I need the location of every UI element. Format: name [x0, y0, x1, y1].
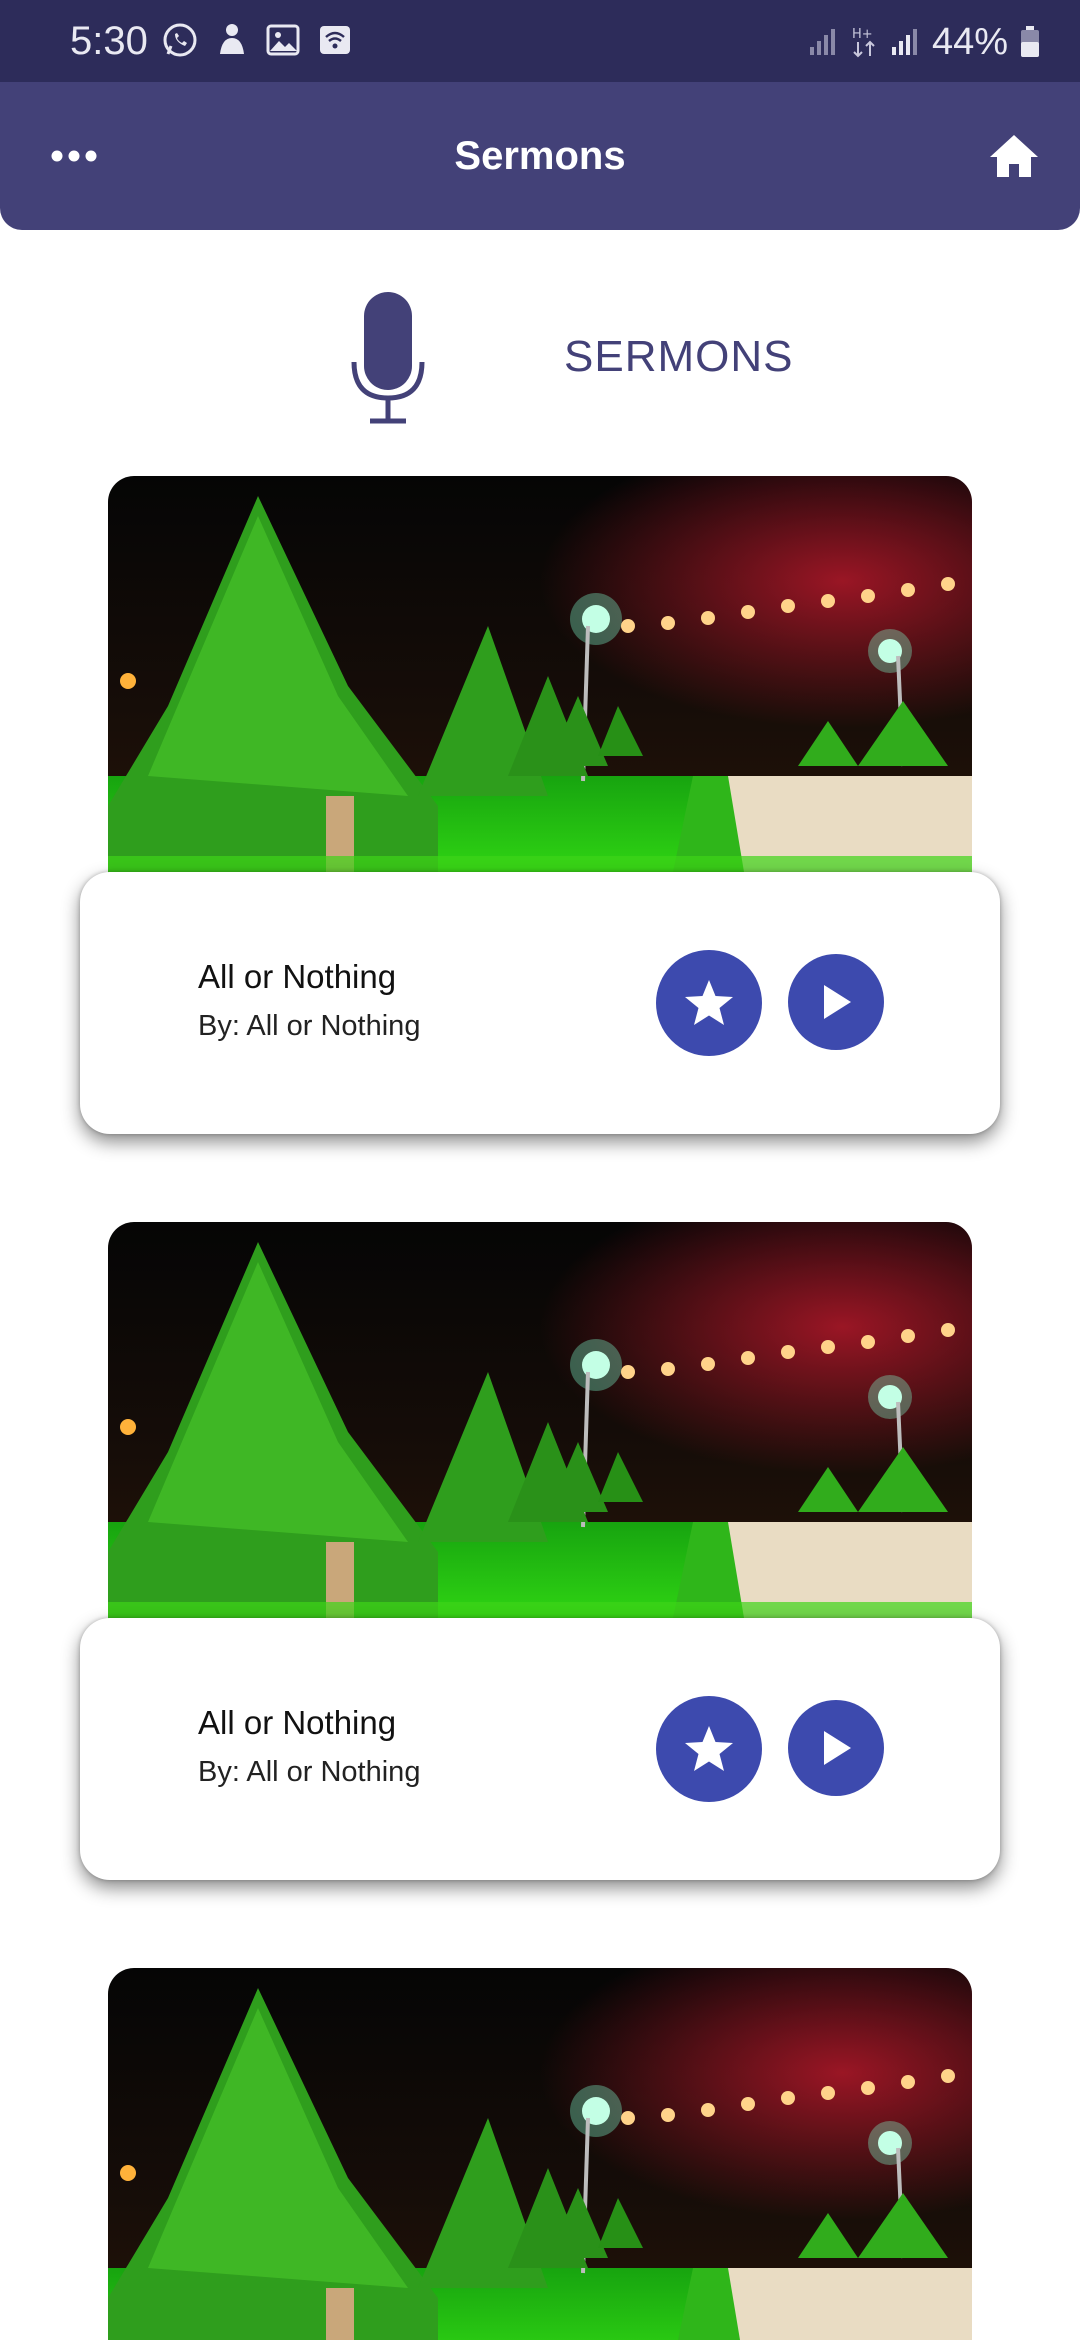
battery-icon: [1021, 26, 1039, 57]
app-bar: Sermons: [0, 82, 1080, 230]
star-icon: [685, 1726, 733, 1771]
notification-icons: [162, 22, 352, 58]
status-bar: 5:30 H+ 44%: [0, 0, 1080, 82]
system-icons: H+ 44%: [808, 20, 1040, 64]
home-button[interactable]: [978, 124, 1050, 188]
star-icon: [685, 980, 733, 1025]
sermon-title: All or Nothing: [198, 1704, 397, 1741]
sermon-author: By: All or Nothing: [198, 1010, 421, 1042]
battery-percent: 44%: [931, 21, 1008, 63]
park-night-image: [108, 1222, 972, 1642]
sermon-thumbnail[interactable]: [108, 1222, 972, 1642]
svg-text:H+: H+: [852, 27, 873, 42]
play-button[interactable]: [788, 954, 884, 1050]
signal-icon-2: [891, 29, 917, 55]
whatsapp-icon: [163, 23, 197, 57]
section-title: SERMONS: [564, 332, 794, 381]
section-header: SERMONS: [0, 290, 1080, 430]
sermon-title: All or Nothing: [198, 958, 397, 995]
play-icon: [824, 1731, 851, 1765]
sermon-info-panel[interactable]: All or Nothing By: All or Nothing: [80, 1618, 1000, 1880]
sermon-info-panel[interactable]: All or Nothing By: All or Nothing: [80, 872, 1000, 1134]
data-hplus-icon: H+: [852, 27, 875, 58]
play-icon: [824, 985, 851, 1019]
home-icon: [990, 135, 1038, 177]
image-icon: [266, 24, 300, 56]
status-time: 5:30: [70, 19, 148, 63]
sermon-thumbnail[interactable]: [108, 476, 972, 896]
favorite-button[interactable]: [656, 1696, 762, 1802]
sermon-author: By: All or Nothing: [198, 1756, 421, 1788]
more-menu-button[interactable]: [38, 126, 110, 186]
more-horizontal-icon: [51, 150, 97, 162]
play-button[interactable]: [788, 1700, 884, 1796]
sermon-thumbnail[interactable]: [108, 1968, 972, 2340]
park-night-image: [108, 1968, 972, 2340]
person-notification-icon: [220, 24, 244, 54]
page-title: Sermons: [454, 134, 626, 178]
park-night-image: [108, 476, 972, 896]
signal-icon: [809, 29, 835, 55]
microphone-icon: [351, 292, 425, 424]
favorite-button[interactable]: [656, 950, 762, 1056]
wifi-hotspot-icon: [320, 26, 350, 54]
